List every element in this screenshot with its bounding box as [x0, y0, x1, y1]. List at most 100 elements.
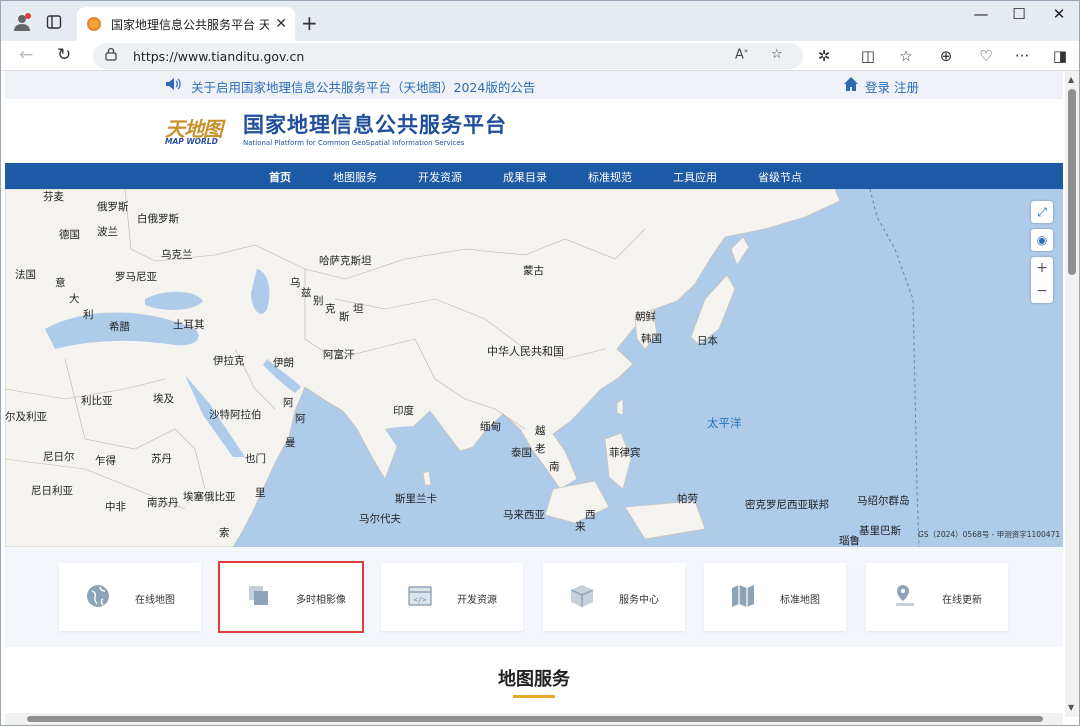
map-label: 坦 — [353, 303, 364, 315]
map-label: 朝鲜 — [635, 311, 656, 323]
map-label: 阿 — [283, 397, 294, 409]
map-label: 伊拉克 — [213, 355, 245, 367]
card-label: 服务中心 — [619, 595, 659, 606]
layers-icon — [249, 586, 268, 605]
section-title: 地图服务 — [498, 669, 570, 690]
folded-map-icon — [732, 585, 754, 607]
vertical-scrollbar[interactable]: ▲ ▼ — [1065, 71, 1079, 717]
logo-en: MAP WORLD — [165, 137, 218, 146]
map-label: 苏丹 — [151, 453, 172, 465]
card-label: 在线地图 — [135, 595, 175, 606]
browser-window: 国家地理信息公共服务平台 天地图 ✕ + — ☐ ✕ ← ↻ https://w… — [0, 0, 1080, 726]
nav-item-map-service[interactable]: 地图服务 — [333, 169, 377, 185]
map-label: 尔及利亚 — [5, 411, 47, 423]
map-attribution: GS（2024）0568号 - 甲测资字1100471 — [918, 530, 1061, 539]
split-screen-icon[interactable]: ◫ — [857, 47, 879, 65]
browser-toolbar: ← ↻ https://www.tianditu.gov.cn A» ☆ ✲ ◫… — [1, 41, 1079, 71]
hscroll-thumb[interactable] — [27, 716, 1043, 722]
browser-tab[interactable]: 国家地理信息公共服务平台 天地图 ✕ — [77, 7, 295, 41]
nav-item-provincial-nodes[interactable]: 省级节点 — [758, 169, 802, 185]
map-label: 希腊 — [109, 321, 130, 333]
address-bar[interactable]: https://www.tianditu.gov.cn A» ☆ — [93, 43, 803, 69]
map-label: 印度 — [393, 405, 414, 417]
map-label: 乌 — [290, 277, 301, 289]
url-text[interactable]: https://www.tianditu.gov.cn — [133, 49, 304, 64]
map-label: 瑙鲁 — [839, 535, 860, 547]
map-label: 别 — [313, 295, 324, 307]
map-label: 乍得 — [95, 455, 116, 467]
svg-text:</>: </> — [414, 596, 427, 604]
card-service-center[interactable]: 服务中心 — [543, 563, 685, 631]
nav-item-tools[interactable]: 工具应用 — [673, 169, 717, 185]
nav-item-home[interactable]: 首页 — [269, 169, 291, 185]
extensions-icon[interactable]: ✲ — [813, 47, 835, 65]
map-label: 马绍尔群岛 — [857, 495, 910, 507]
tab-actions-icon[interactable] — [43, 11, 65, 33]
map-label: 中华人民共和国 — [487, 345, 564, 358]
login-register-link[interactable]: 登录 注册 — [865, 77, 919, 96]
globe-icon — [87, 585, 109, 607]
map-label: 法国 — [15, 269, 36, 281]
site-header: 天地图 MAP WORLD 国家地理信息公共服务平台 National Plat… — [5, 99, 1063, 163]
card-multi-temporal-imagery[interactable]: 多时相影像 — [218, 561, 364, 633]
card-online-map[interactable]: 在线地图 — [59, 563, 201, 631]
refresh-icon[interactable]: ↻ — [57, 45, 71, 65]
nav-item-standards[interactable]: 标准规范 — [588, 169, 632, 185]
scroll-thumb[interactable] — [1068, 89, 1076, 275]
map-label: 俄罗斯 — [97, 201, 129, 213]
card-standard-map[interactable]: 标准地图 — [704, 563, 846, 631]
scroll-up-icon[interactable]: ▲ — [1068, 75, 1074, 84]
zoom-in-button[interactable]: + — [1031, 257, 1053, 280]
ocean-label: 太平洋 — [707, 416, 742, 430]
card-online-update[interactable]: 在线更新 — [866, 563, 1008, 631]
close-tab-icon[interactable]: ✕ — [275, 16, 287, 32]
map-label: 埃及 — [153, 393, 174, 405]
home-icon[interactable] — [843, 76, 859, 92]
map-label: 日本 — [697, 335, 718, 347]
fullscreen-button[interactable]: ⤢ — [1031, 201, 1053, 223]
maximize-button[interactable]: ☐ — [1001, 5, 1037, 23]
scroll-down-icon[interactable]: ▼ — [1068, 703, 1074, 712]
minimize-button[interactable]: — — [963, 5, 999, 23]
collections-icon[interactable]: ⊕ — [935, 47, 957, 65]
back-arrow-icon[interactable]: ← — [19, 45, 33, 65]
new-tab-button[interactable]: + — [301, 11, 318, 35]
browser-essentials-icon[interactable]: ♡ — [975, 47, 997, 65]
map-label: 白俄罗斯 — [137, 213, 179, 225]
location-pin-icon — [896, 585, 914, 606]
map-label: 阿富汗 — [323, 349, 355, 361]
layer-switch-button[interactable]: ◉ — [1031, 229, 1053, 251]
map-label: 大 — [69, 293, 80, 305]
favorites-icon[interactable]: ☆ — [895, 47, 917, 65]
card-dev-resources[interactable]: </> 开发资源 — [381, 563, 523, 631]
map-view[interactable]: 芬麦 俄罗斯 白俄罗斯 德国 波兰 乌克兰 法国 罗马尼亚 意 大 利 希腊 土… — [5, 189, 1063, 547]
profile-icon[interactable] — [11, 11, 33, 33]
map-label: 西 — [585, 509, 596, 521]
section-underline — [513, 695, 555, 698]
nav-item-dev-resources[interactable]: 开发资源 — [418, 169, 462, 185]
zoom-out-button[interactable]: − — [1031, 280, 1053, 303]
map-label: 克 — [325, 303, 336, 315]
lock-icon[interactable] — [105, 47, 117, 61]
map-label: 缅甸 — [480, 421, 501, 433]
map-label: 埃塞俄比亚 — [183, 491, 236, 503]
map-label: 泰国 — [511, 447, 532, 459]
map-label: 斯 — [339, 311, 350, 323]
map-label: 基里巴斯 — [859, 525, 901, 537]
favorite-star-icon[interactable]: ☆ — [771, 47, 783, 62]
horizontal-scrollbar[interactable] — [5, 713, 1063, 725]
map-label: 曼 — [285, 437, 296, 449]
sidebar-toggle-icon[interactable]: ◨ — [1049, 47, 1071, 65]
card-label: 多时相影像 — [296, 595, 346, 606]
map-label: 中非 — [105, 501, 126, 513]
map-label: 兹 — [301, 287, 312, 299]
map-label: 帕劳 — [677, 493, 698, 505]
more-menu-icon[interactable]: ··· — [1011, 47, 1033, 65]
read-aloud-icon[interactable]: A» — [735, 47, 748, 62]
map-label: 利比亚 — [81, 395, 113, 407]
site-title: 国家地理信息公共服务平台 — [243, 113, 507, 137]
nav-item-catalog[interactable]: 成果目录 — [503, 169, 547, 185]
notice-link[interactable]: 关于启用国家地理信息公共服务平台（天地图）2024版的公告 — [191, 77, 535, 96]
close-window-button[interactable]: ✕ — [1041, 5, 1077, 23]
tab-strip: 国家地理信息公共服务平台 天地图 ✕ + — ☐ ✕ — [1, 1, 1079, 41]
